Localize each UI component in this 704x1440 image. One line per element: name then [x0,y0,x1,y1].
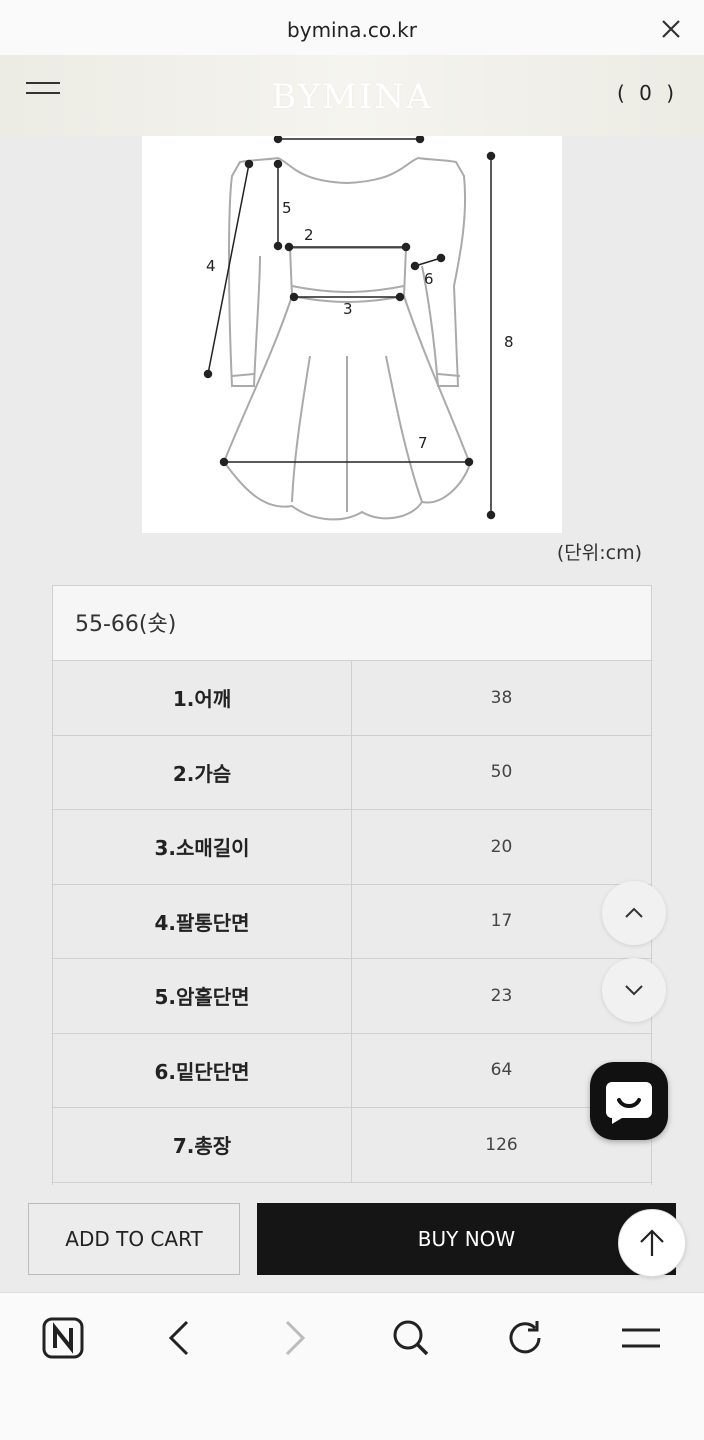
menu-icon[interactable] [618,1315,664,1361]
forward-icon[interactable] [272,1315,318,1361]
diagram-label-4: 4 [206,257,216,275]
diagram-label-2: 2 [304,226,314,244]
size-table-title: 55-66(숏) [53,586,651,661]
row-label: 3.소매길이 [53,810,352,884]
size-table: 55-66(숏) 1.어깨 38 2.가슴 50 3.소매길이 20 4.팔통단… [52,585,652,1185]
scroll-up-button[interactable] [602,881,666,945]
chevron-up-icon [625,907,643,918]
diagram-label-8: 8 [504,333,514,351]
cart-count[interactable]: ( 0 ) [617,81,678,105]
row-label: 1.어깨 [53,661,352,735]
naver-icon[interactable] [40,1315,86,1361]
table-row: 3.소매길이 20 [53,810,651,885]
scroll-to-top-button[interactable] [618,1209,686,1277]
search-icon[interactable] [388,1315,434,1361]
row-label: 7.총장 [53,1108,352,1182]
site-logo[interactable]: BYMINA [0,77,704,117]
close-icon[interactable] [660,18,682,40]
dress-illustration: 5 2 4 6 3 8 7 [203,134,514,521]
table-row: 4.팔통단면 17 [53,884,651,959]
row-value: 50 [490,762,513,783]
row-label: 6.밑단단면 [53,1033,352,1107]
table-row: 6.밑단단면 64 [53,1033,651,1108]
arrow-up-icon [640,1229,664,1256]
row-label: 4.팔통단면 [53,884,352,958]
table-row: 1.어깨 38 [53,661,651,736]
chat-icon [606,1082,652,1124]
table-row: 5.암홀단면 23 [53,959,651,1034]
diagram-label-6: 6 [424,270,434,288]
diagram-label-7: 7 [418,434,428,452]
chevron-down-icon [625,985,643,996]
scroll-down-button[interactable] [602,958,666,1022]
row-value: 20 [490,836,513,857]
table-row: 7.총장 126 [53,1108,651,1183]
browser-url-bar: bymina.co.kr [0,0,704,55]
size-diagram: 5 2 4 6 3 8 7 [142,134,562,533]
buy-now-button[interactable]: BUY NOW [257,1203,676,1275]
row-label: 2.가슴 [53,735,352,809]
chat-button[interactable] [590,1062,668,1140]
url-text[interactable]: bymina.co.kr [0,18,704,42]
browser-toolbar [0,1292,704,1440]
site-header: BYMINA ( 0 ) [0,55,704,136]
table-row: 2.가슴 50 [53,735,651,810]
back-icon[interactable] [156,1315,202,1361]
diagram-label-3: 3 [343,300,353,318]
row-label: 5.암홀단면 [53,959,352,1033]
diagram-label-5: 5 [282,199,292,217]
reload-icon[interactable] [502,1315,548,1361]
add-to-cart-button[interactable]: ADD TO CART [28,1203,240,1275]
row-value: 38 [490,687,513,708]
purchase-action-bar: ADD TO CART BUY NOW [0,1186,704,1292]
unit-note: (단위:cm) [556,542,642,564]
